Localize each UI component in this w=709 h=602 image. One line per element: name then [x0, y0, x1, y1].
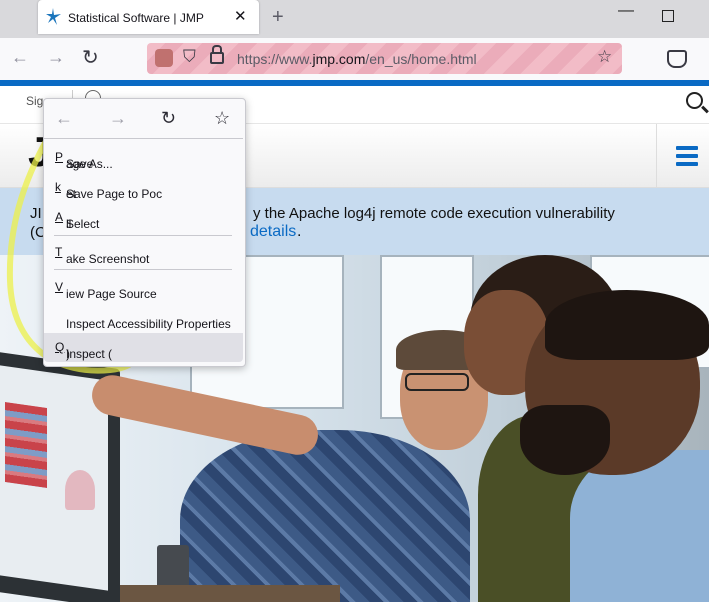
reload-icon[interactable]: ↻: [161, 108, 176, 129]
back-arrow-icon[interactable]: ←: [55, 108, 73, 129]
chart-on-screen: [65, 470, 95, 510]
header-divider: [656, 124, 657, 187]
sign-in-link[interactable]: Sig: [26, 94, 43, 108]
maximize-icon[interactable]: [662, 10, 674, 22]
back-arrow-icon[interactable]: ←: [11, 47, 29, 68]
alert-details-link[interactable]: details: [250, 223, 296, 241]
menu-separator: [44, 138, 243, 139]
bearded-man-hair: [545, 290, 709, 360]
menu-item-view-page-source[interactable]: View Page Source: [44, 273, 243, 302]
menu-item-select-all[interactable]: Select All: [44, 203, 243, 232]
alert-period: .: [297, 223, 302, 240]
menu-separator: [54, 269, 232, 270]
desk: [120, 585, 340, 602]
menu-item-inspect-accessibility[interactable]: Inspect Accessibility Properties: [44, 303, 243, 332]
menu-separator: [54, 235, 232, 236]
jmp-favicon-icon: [46, 8, 61, 25]
pocket-icon[interactable]: [667, 50, 687, 68]
hamburger-menu-icon[interactable]: [676, 146, 698, 166]
tab-title: Statistical Software | JMP: [68, 11, 204, 25]
new-tab-button[interactable]: +: [272, 6, 284, 29]
minimize-icon[interactable]: —: [618, 2, 634, 20]
forward-arrow-icon[interactable]: →: [47, 47, 65, 68]
url-text[interactable]: https://www.jmp.com/en_us/home.html: [237, 51, 477, 67]
tracking-shield-icon[interactable]: ⛉: [183, 47, 196, 67]
tab-close-icon[interactable]: ✕: [234, 7, 247, 25]
forward-arrow-icon[interactable]: →: [109, 108, 127, 129]
alert-text: y the Apache log4j remote code execution…: [253, 205, 615, 222]
menu-item-take-screenshot[interactable]: Take Screenshot: [44, 238, 243, 267]
beard: [520, 405, 610, 475]
heatmap-on-screen: [5, 402, 47, 488]
menu-item-save-page-as[interactable]: Save Page As...: [44, 143, 243, 172]
lock-icon[interactable]: [210, 52, 224, 64]
bookmark-star-icon[interactable]: ☆: [214, 108, 230, 129]
pen-holder: [157, 545, 189, 590]
menu-item-save-to-pocket[interactable]: Save Page to Poc k et: [44, 173, 243, 202]
plaid-shirt: [180, 430, 470, 602]
url-domain: jmp.com: [312, 51, 366, 67]
bookmark-star-icon[interactable]: ☆: [597, 47, 612, 67]
menu-item-inspect[interactable]: Inspect (Q): [44, 333, 243, 362]
remote-control-robot-icon: [155, 49, 173, 67]
url-prefix: https://www.: [237, 51, 313, 67]
reload-icon[interactable]: ↻: [82, 45, 99, 70]
glasses: [405, 373, 469, 391]
url-path: /en_us/home.html: [365, 51, 477, 67]
